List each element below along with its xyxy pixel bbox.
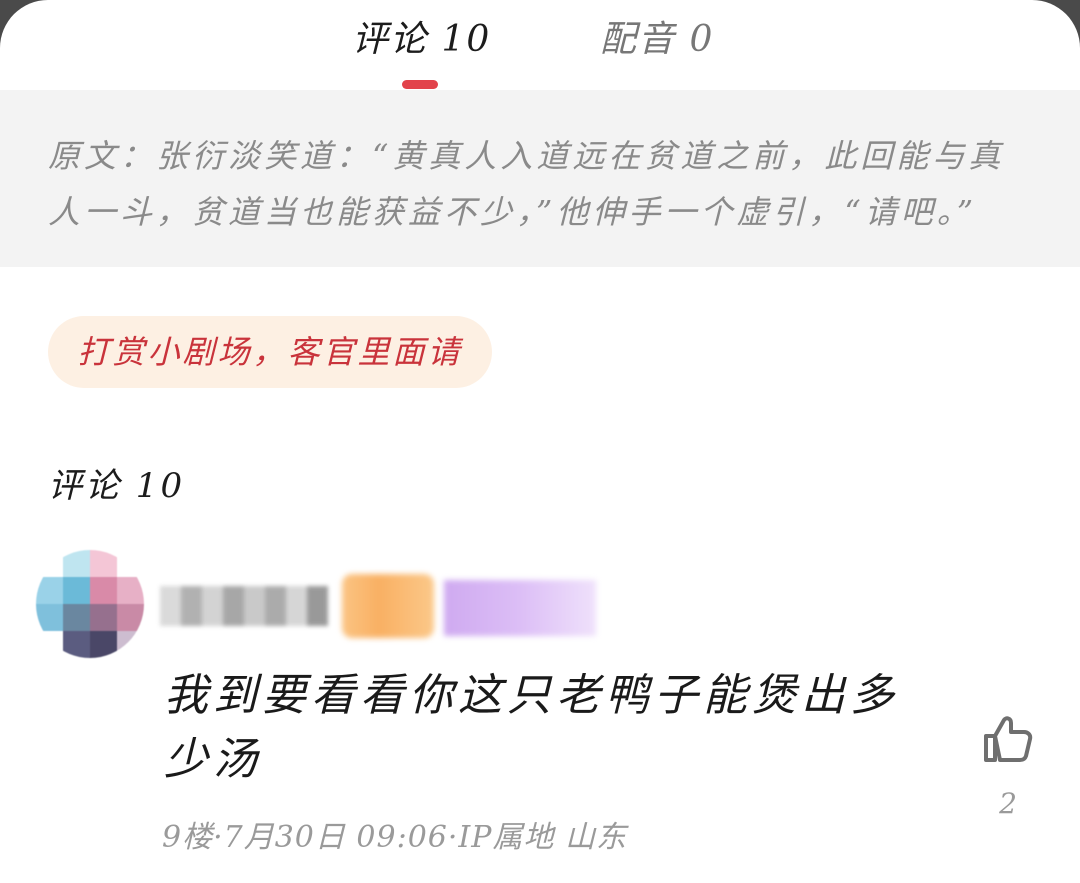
user-level-badge	[342, 574, 434, 638]
comment-sheet: 评论 10 配音 0 原文：张衍淡笑道：“黄真人入道远在贫道之前，此回能与真人一…	[0, 0, 1080, 883]
avatar[interactable]	[36, 550, 144, 658]
username-pixelated[interactable]	[160, 586, 328, 626]
comment-text[interactable]: 我到要看看你这只老鸭子能煲出多少汤	[164, 664, 904, 792]
thumbs-up-icon[interactable]	[982, 714, 1034, 764]
reward-theater-button[interactable]: 打赏小剧场，客官里面请	[48, 316, 492, 388]
user-fan-badge	[444, 580, 596, 636]
tab-dubbing[interactable]: 配音 0	[600, 14, 714, 66]
comments-section-title: 评论 10	[48, 466, 186, 506]
like-count: 2	[999, 787, 1017, 820]
tab-bar: 评论 10 配音 0	[0, 0, 1080, 90]
original-text: 原文：张衍淡笑道：“黄真人入道远在贫道之前，此回能与真人一斗，贫道当也能获益不少…	[48, 137, 1005, 231]
original-text-panel: 原文：张衍淡笑道：“黄真人入道远在贫道之前，此回能与真人一斗，贫道当也能获益不少…	[0, 90, 1080, 267]
active-tab-indicator	[402, 80, 438, 89]
tab-comments[interactable]: 评论 10	[352, 14, 491, 66]
comment-meta: 9楼·7月30日 09:06·IP属地 山东	[162, 820, 627, 855]
